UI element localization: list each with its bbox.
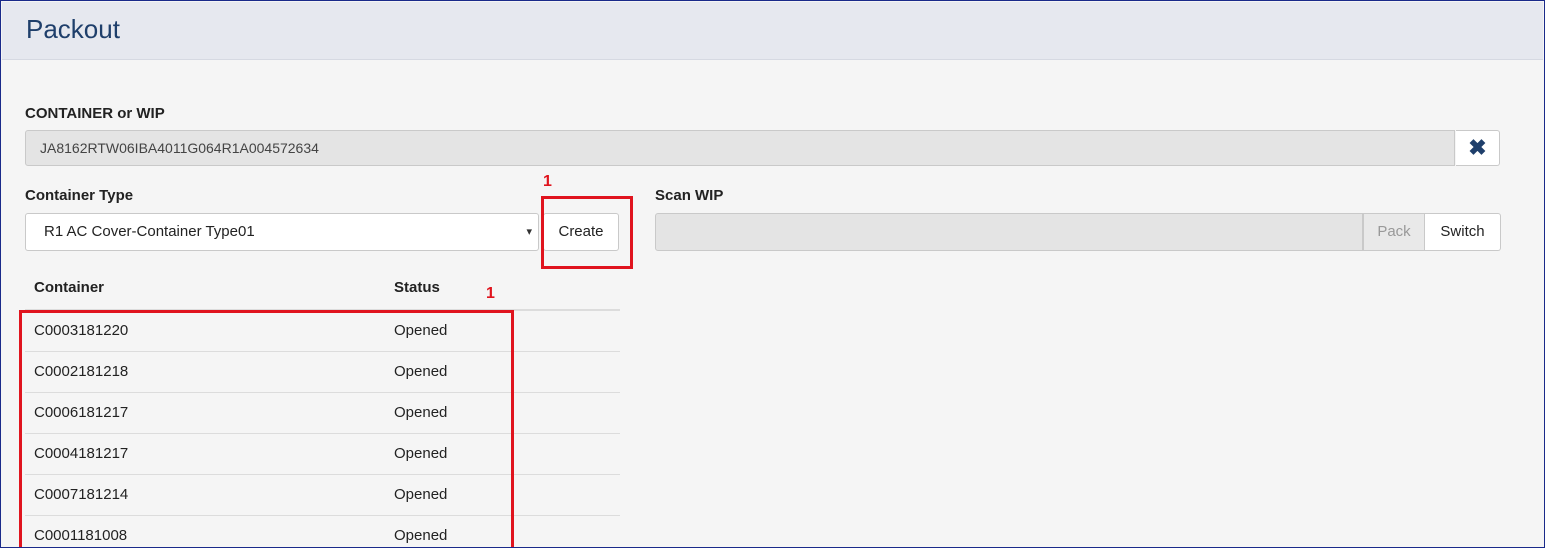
packout-window: Packout CONTAINER or WIP JA8162RTW06IBA4… [0,0,1545,548]
container-or-wip-input[interactable]: JA8162RTW06IBA4011G064R1A004572634 [25,130,1455,166]
column-header-container: Container [34,279,105,296]
list-highlight-box [19,310,514,547]
chevron-down-icon: ▾ [526,226,532,238]
table-header: Container Status [25,269,620,311]
close-icon: ✖ [1468,135,1487,160]
scan-wip-label: Scan WIP [655,187,724,204]
create-annotation-number: 1 [543,173,552,190]
switch-button[interactable]: Switch [1425,213,1501,251]
pack-button: Pack [1363,213,1425,251]
list-annotation-number: 1 [486,285,495,302]
container-type-select[interactable]: R1 AC Cover-Container Type01 ▾ [25,213,539,251]
column-header-status: Status [394,279,440,296]
create-highlight-box [541,196,633,269]
container-or-wip-label: CONTAINER or WIP [25,105,165,122]
page-title: Packout [26,14,120,44]
container-type-selected: R1 AC Cover-Container Type01 [44,223,255,240]
clear-button[interactable]: ✖ [1456,130,1500,166]
scan-wip-input[interactable] [655,213,1363,251]
page-header: Packout [2,2,1543,60]
container-type-label: Container Type [25,187,134,204]
